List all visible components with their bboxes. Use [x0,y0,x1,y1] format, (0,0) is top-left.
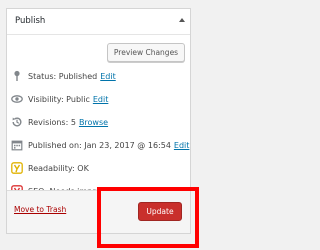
publish-panel: Publish Preview Changes Status: Publishe… [6,8,191,234]
readability-row: Readability: OK [11,162,89,174]
edit-date-link[interactable]: Edit [174,141,190,150]
published-row: Published on: Jan 23, 2017 @ 16:54 Edit [11,139,189,151]
status-label: Status: Published [28,71,98,81]
revisions-label: Revisions: 5 [28,117,76,127]
update-button[interactable]: Update [138,202,182,221]
readability-label: Readability: OK [28,163,89,173]
collapse-arrow-icon[interactable] [179,18,185,22]
revisions-row: Revisions: 5 Browse [11,116,108,128]
status-row: Status: Published Edit [11,70,116,82]
calendar-icon [11,140,23,151]
edit-status-link[interactable]: Edit [100,72,116,81]
visibility-label: Visibility: Public [28,94,90,104]
eye-icon [11,95,23,103]
panel-title: Publish [15,16,46,26]
published-label: Published on: Jan 23, 2017 @ 16:54 [28,140,171,150]
yoast-readability-icon [11,162,23,174]
edit-visibility-link[interactable]: Edit [93,95,109,104]
visibility-row: Visibility: Public Edit [11,93,108,105]
pin-icon [14,70,20,81]
move-to-trash-link[interactable]: Move to Trash [14,205,66,214]
browse-revisions-link[interactable]: Browse [79,118,108,127]
revisions-icon [12,117,22,127]
preview-changes-button[interactable]: Preview Changes [107,43,185,62]
panel-header[interactable]: Publish [7,9,190,35]
publish-footer: Move to Trash Update [7,190,190,233]
